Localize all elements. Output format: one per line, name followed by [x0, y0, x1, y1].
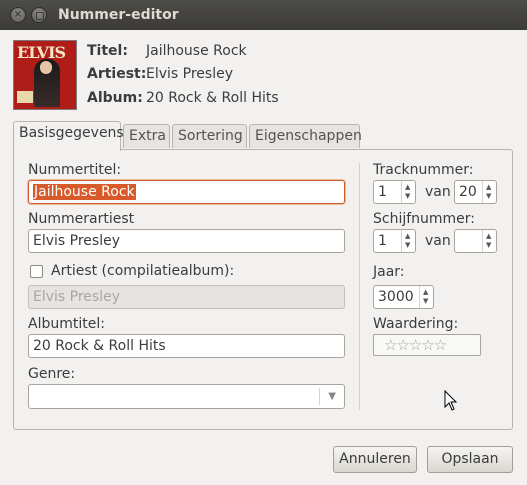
- tab-basisgegevens[interactable]: Basisgegevens: [13, 121, 124, 151]
- disc-total-spinner[interactable]: ▲ ▼: [454, 229, 497, 253]
- genre-combobox[interactable]: ▼: [28, 384, 345, 409]
- year-label: Jaar:: [373, 264, 405, 280]
- disc-number-label: Schijfnummer:: [373, 211, 476, 227]
- track-title-label: Nummertitel:: [28, 162, 122, 178]
- track-total-spinner[interactable]: 20 ▲ ▼: [454, 180, 497, 204]
- chevron-down-icon: ▼: [328, 391, 336, 402]
- spin-down-icon[interactable]: ▼: [405, 193, 410, 200]
- compilation-checkbox[interactable]: [30, 265, 43, 278]
- album-cover-image: ELVIS: [13, 40, 77, 110]
- compilation-label: Artiest (compilatiealbum):: [51, 263, 235, 279]
- mouse-cursor-icon: [444, 390, 458, 411]
- track-number-label: Tracknummer:: [373, 162, 474, 178]
- track-artist-input[interactable]: Elvis Presley: [28, 229, 345, 253]
- year-spinner[interactable]: 3000 ▲ ▼: [373, 285, 434, 309]
- cancel-button[interactable]: Annuleren: [333, 446, 417, 473]
- title-value: Jailhouse Rock: [146, 43, 247, 59]
- track-total-value: 20: [459, 184, 477, 200]
- rating-label: Waardering:: [373, 316, 459, 332]
- spin-up-icon[interactable]: ▲: [486, 184, 491, 191]
- album-title-label: Albumtitel:: [28, 316, 105, 332]
- artist-label: Artiest:: [87, 66, 147, 82]
- spin-up-icon[interactable]: ▲: [405, 184, 410, 191]
- column-divider: [359, 163, 360, 410]
- spin-up-icon[interactable]: ▲: [405, 233, 410, 240]
- track-title-value: Jailhouse Rock: [33, 184, 136, 200]
- track-of-label: van: [425, 184, 451, 200]
- save-button[interactable]: Opslaan: [427, 446, 513, 473]
- spin-up-icon[interactable]: ▲: [423, 289, 428, 296]
- spin-down-icon[interactable]: ▼: [486, 242, 491, 249]
- track-title-input[interactable]: Jailhouse Rock: [28, 180, 345, 204]
- album-title-input[interactable]: 20 Rock & Roll Hits: [28, 334, 345, 358]
- spin-down-icon[interactable]: ▼: [405, 242, 410, 249]
- disc-number-spinner[interactable]: 1 ▲ ▼: [373, 229, 416, 253]
- track-number-spinner[interactable]: 1 ▲ ▼: [373, 180, 416, 204]
- tab-extra[interactable]: Extra: [123, 124, 170, 148]
- spin-down-icon[interactable]: ▼: [486, 193, 491, 200]
- close-icon[interactable]: ×: [10, 7, 26, 23]
- minimize-icon[interactable]: [31, 7, 47, 23]
- tab-sortering[interactable]: Sortering: [172, 124, 247, 148]
- album-label: Album:: [87, 90, 143, 106]
- artist-value: Elvis Presley: [146, 66, 233, 82]
- title-bar: × Nummer-editor: [0, 0, 527, 30]
- window-title: Nummer-editor: [58, 7, 179, 23]
- spin-down-icon[interactable]: ▼: [423, 298, 428, 305]
- disc-of-label: van: [425, 233, 451, 249]
- compilation-artist-input: Elvis Presley: [28, 285, 345, 309]
- year-value: 3000: [378, 289, 414, 305]
- title-label: Titel:: [87, 43, 128, 59]
- album-value: 20 Rock & Roll Hits: [146, 90, 279, 106]
- track-number-value: 1: [378, 184, 387, 200]
- genre-label: Genre:: [28, 366, 76, 382]
- spin-up-icon[interactable]: ▲: [486, 233, 491, 240]
- track-artist-label: Nummerartiest: [28, 211, 135, 227]
- rating-stars[interactable]: ☆☆☆☆☆: [373, 334, 481, 356]
- tab-eigenschappen[interactable]: Eigenschappen: [249, 124, 362, 148]
- disc-number-value: 1: [378, 233, 387, 249]
